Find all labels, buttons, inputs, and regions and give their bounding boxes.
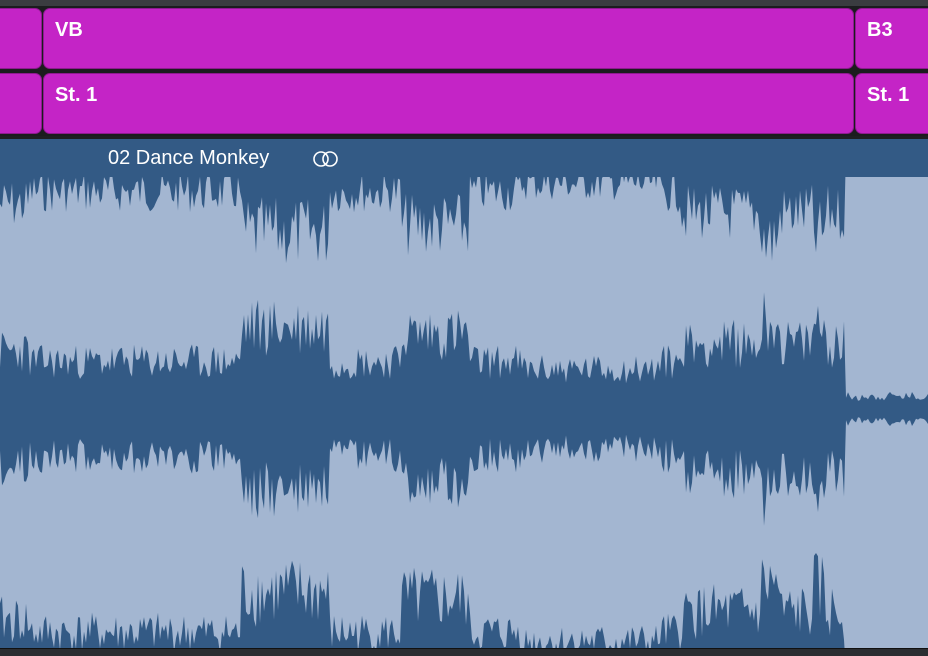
waveform-channel-bottom: [0, 553, 928, 648]
region-b3[interactable]: B3: [855, 8, 928, 69]
region-label: VB: [55, 19, 83, 41]
audio-region-title: 02 Dance Monkey: [108, 147, 270, 169]
region-label: St. 1: [55, 84, 98, 106]
loop-circles-icon[interactable]: [311, 150, 341, 168]
audio-region[interactable]: 02 Dance Monkey: [0, 139, 928, 648]
bottom-scroll-bar[interactable]: [0, 648, 928, 656]
region-left-partial[interactable]: [0, 73, 42, 134]
region-label: B3: [867, 19, 893, 41]
region-left-partial[interactable]: [0, 8, 42, 69]
region-label: St. 1: [867, 84, 910, 106]
waveform-channel-top: [0, 177, 928, 264]
region-vb[interactable]: VB: [43, 8, 854, 69]
lane-chords: VB B3: [0, 6, 928, 71]
audio-region-header: 02 Dance Monkey: [0, 139, 928, 177]
audio-waveform: [0, 177, 928, 648]
waveform-channel-middle: [0, 292, 928, 526]
region-st1[interactable]: St. 1: [43, 73, 854, 134]
region-st1-right[interactable]: St. 1: [855, 73, 928, 134]
lane-sections: St. 1 St. 1: [0, 71, 928, 136]
